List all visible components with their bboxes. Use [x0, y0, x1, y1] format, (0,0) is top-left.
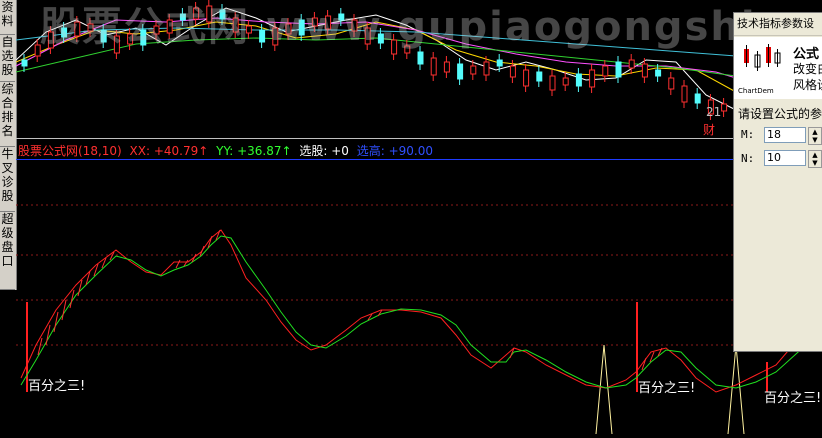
xx-value: XX: +40.79↑: [129, 144, 209, 158]
chart-area[interactable]: [15, 0, 822, 435]
param-label-m: M:: [741, 128, 755, 141]
param-m-input[interactable]: 18: [764, 127, 806, 143]
watermark: 股票公式网 www.gupiaogongshi.cn: [40, 4, 822, 50]
candle-body: [536, 71, 543, 82]
candle-body: [655, 69, 662, 77]
reference-line: [16, 159, 822, 160]
candle-body: [549, 75, 556, 91]
chart-logo-icon: [744, 44, 781, 71]
candle-body: [694, 93, 701, 104]
candle-body: [430, 57, 437, 76]
candle-body: [523, 69, 530, 87]
signal-annotation: 百分之三!: [638, 381, 696, 396]
candle-body: [417, 51, 424, 65]
candle-body: [443, 61, 450, 73]
select-value: 选股: +0: [299, 144, 349, 158]
yy-value: YY: +36.87↑: [216, 144, 292, 158]
xx-line: [20, 229, 807, 393]
sidebar-tab-ranking[interactable]: 综合排名: [0, 82, 15, 147]
chart-canvas: [15, 0, 822, 435]
dialog-title[interactable]: 技术指标参数设: [734, 13, 822, 36]
param-n-spinner[interactable]: ▲ ▼: [808, 150, 822, 168]
candle-body: [457, 63, 464, 80]
dialog-header-line: 改变白: [793, 62, 822, 76]
logo-text: ChartDem: [738, 87, 774, 95]
sidebar-tab-diagnosis[interactable]: 牛叉诊股: [0, 147, 15, 212]
candle-body: [641, 63, 648, 78]
sidebar-tab-level2[interactable]: 超级盘口: [0, 212, 15, 290]
indicator-name[interactable]: 股票公式网(18,10): [18, 144, 122, 158]
yy-line: [20, 235, 807, 389]
indicator-params-dialog[interactable]: 技术指标参数设 ChartDem 公式 改变白 风格设 请设置公式的参 M: 1…: [733, 12, 822, 352]
candle-body: [602, 65, 609, 77]
sidebar-tab-info[interactable]: 资料: [0, 0, 15, 35]
signal-annotation: 百分之三!: [764, 391, 822, 406]
left-sidebar: 资料 自选股 综合排名 牛叉诊股 超级盘口: [0, 0, 17, 290]
dialog-header-line: 风格设: [793, 78, 822, 92]
price-label: 21: [706, 105, 722, 119]
sidebar-tab-watchlist[interactable]: 自选股: [0, 35, 15, 82]
candle-body: [509, 65, 516, 78]
candle-body: [628, 59, 635, 69]
indicator-grid: [16, 204, 822, 346]
alert-value: 选高: +90.00: [356, 144, 434, 158]
candle-body: [681, 85, 688, 103]
param-m-spinner[interactable]: ▲ ▼: [808, 127, 822, 145]
pane-divider[interactable]: [16, 138, 822, 139]
dialog-prompt: 请设置公式的参: [738, 107, 822, 121]
candle-body: [496, 59, 503, 67]
candle-body: [615, 61, 622, 78]
event-marker[interactable]: 财: [703, 121, 715, 138]
candle-body: [562, 77, 569, 86]
candle-body: [721, 103, 728, 112]
signal-annotation: 百分之三!: [28, 379, 86, 394]
candle-body: [470, 65, 477, 75]
dialog-header: ChartDem 公式 改变白 风格设: [734, 37, 822, 99]
param-label-n: N:: [741, 152, 755, 165]
indicator-legend: 股票公式网(18,10) XX: +40.79↑ YY: +36.87↑ 选股:…: [18, 142, 437, 159]
candle-body: [668, 77, 675, 90]
candle-body: [483, 61, 490, 76]
candle-body: [589, 69, 596, 88]
candle-body: [21, 59, 28, 67]
param-n-input[interactable]: 10: [764, 150, 806, 166]
candle-body: [575, 73, 582, 87]
